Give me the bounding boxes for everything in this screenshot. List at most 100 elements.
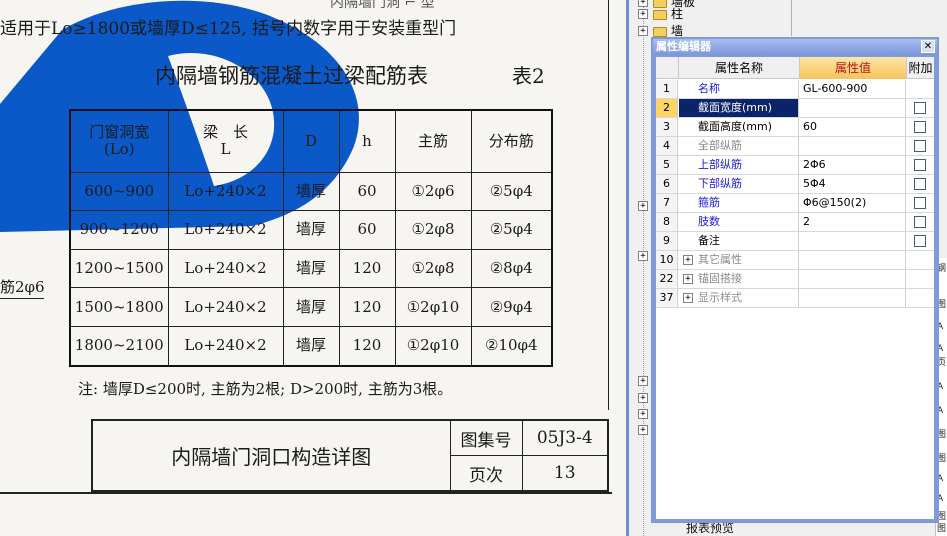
property-value[interactable] (800, 270, 906, 288)
property-name[interactable]: 上部纵筋 (679, 156, 799, 174)
property-row[interactable]: 4 全部纵筋 (656, 137, 934, 156)
property-name[interactable]: + 显示样式 (679, 289, 799, 307)
table-header-row: 门窗洞宽 (Lo) 梁 长 L D h 主筋 分布筋 (69, 109, 553, 173)
attach-checkbox[interactable] (914, 159, 926, 171)
header-attach[interactable]: 附加 (907, 57, 934, 79)
property-value[interactable]: 5Φ4 (800, 175, 906, 193)
atlas-value: 05J3-4 (521, 419, 609, 456)
property-editor-window: 属性编辑器 ✕ 属性名称 属性值 附加 1 名称 GL-600-900 2 截面宽度(m… (651, 37, 939, 523)
property-name[interactable]: 名称 (679, 80, 799, 98)
row-number: 9 (656, 232, 678, 250)
cell-length: Lo+240×2 (167, 287, 284, 327)
expand-toggle-icon[interactable]: + (638, 393, 648, 403)
property-name[interactable]: 截面宽度(mm) (679, 99, 799, 117)
expand-toggle-icon[interactable]: + (638, 376, 648, 386)
property-row[interactable]: 9 备注 (656, 232, 934, 251)
atlas-label: 图集号 (449, 419, 523, 456)
property-value[interactable] (800, 232, 906, 250)
property-row[interactable]: 10 + 其它属性 (656, 251, 934, 270)
cell-h: 120 (338, 287, 396, 327)
property-row[interactable]: 8 肢数 2 (656, 213, 934, 232)
property-row[interactable]: 2 截面宽度(mm) (656, 99, 934, 118)
property-value[interactable] (800, 99, 906, 117)
expand-toggle-icon[interactable]: + (638, 26, 648, 36)
expand-group-icon[interactable]: + (683, 293, 693, 303)
expand-toggle-icon[interactable]: + (638, 251, 648, 261)
property-value[interactable] (800, 251, 906, 269)
table-row: 1500~1800 Lo+240×2 墙厚 120 ①2φ10 ②9φ4 (69, 287, 553, 327)
attach-checkbox[interactable] (914, 197, 926, 209)
expand-toggle-icon[interactable]: + (638, 425, 648, 435)
property-value[interactable]: GL-600-900 (800, 80, 906, 98)
expand-toggle-icon[interactable]: + (638, 201, 648, 211)
header-property-value[interactable]: 属性值 (800, 57, 907, 79)
property-row[interactable]: 37 + 显示样式 (656, 289, 934, 308)
table-title: 内隔墙钢筋混凝土过梁配筋表 (155, 64, 428, 88)
tree-item-wall[interactable]: 墙 (653, 24, 683, 38)
cell-dist: ②10φ4 (470, 325, 553, 367)
expand-toggle-icon[interactable]: + (638, 409, 648, 419)
property-name[interactable]: + 锚固搭接 (679, 270, 799, 288)
cell-h: 120 (338, 325, 396, 367)
property-row[interactable]: 3 截面高度(mm) 60 (656, 118, 934, 137)
attach-checkbox[interactable] (914, 216, 926, 228)
property-value[interactable]: 60 (800, 118, 906, 136)
attach-checkbox[interactable] (914, 235, 926, 247)
property-name[interactable]: 下部纵筋 (679, 175, 799, 193)
row-number: 22 (656, 270, 678, 288)
cell-length: Lo+240×2 (167, 325, 284, 367)
table-row: 1800~2100 Lo+240×2 墙厚 120 ①2φ10 ②10φ4 (69, 325, 553, 367)
cell-main: ①2φ6 (394, 171, 472, 212)
property-value[interactable] (800, 289, 906, 307)
cell-main: ①2φ8 (394, 210, 472, 250)
cell-d: 墙厚 (282, 210, 340, 250)
property-name[interactable]: 箍筋 (679, 194, 799, 212)
drawing-frame-bottom (0, 492, 612, 494)
property-row[interactable]: 22 + 锚固搭接 (656, 270, 934, 289)
row-number: 3 (656, 118, 678, 136)
attach-checkbox[interactable] (914, 140, 926, 152)
attach-checkbox[interactable] (914, 121, 926, 133)
close-button[interactable]: ✕ (921, 40, 935, 53)
cell-dist: ②5φ4 (470, 171, 553, 212)
side-fragment-text: 筋2φ6 (0, 278, 45, 296)
cell-d: 墙厚 (282, 248, 340, 289)
row-number: 5 (656, 156, 678, 174)
property-name-label: 显示样式 (698, 291, 742, 304)
property-value[interactable]: 2Φ6 (800, 156, 906, 174)
property-name[interactable]: 肢数 (679, 213, 799, 231)
window-titlebar[interactable]: 属性编辑器 ✕ (653, 39, 937, 55)
attach-checkbox[interactable] (914, 178, 926, 190)
col-beam-length: 梁 长 L (167, 109, 284, 173)
property-row[interactable]: 7 箍筋 Φ6@150(2) (656, 194, 934, 213)
property-value[interactable]: Φ6@150(2) (800, 194, 906, 212)
expand-toggle-icon[interactable]: + (638, 0, 648, 7)
cell-main: ①2φ8 (394, 248, 472, 289)
property-row[interactable]: 1 名称 GL-600-900 (656, 80, 934, 99)
property-value[interactable]: 2 (800, 213, 906, 231)
expand-group-icon[interactable]: + (683, 274, 693, 284)
property-name[interactable]: 截面高度(mm) (679, 118, 799, 136)
cell-main: ①2φ10 (394, 325, 472, 367)
attach-checkbox[interactable] (914, 102, 926, 114)
cell-h: 60 (338, 210, 396, 250)
property-name[interactable]: 备注 (679, 232, 799, 250)
table-number: 表2 (512, 64, 545, 88)
property-name[interactable]: 全部纵筋 (679, 137, 799, 155)
property-grid: 属性名称 属性值 附加 1 名称 GL-600-900 2 截面宽度(mm) 3 截面高度(… (656, 57, 934, 519)
side-leader-line (0, 298, 44, 299)
cell-length: Lo+240×2 (167, 210, 284, 250)
col-dist-bar: 分布筋 (470, 109, 553, 173)
tree-guide-line (643, 0, 644, 536)
property-row[interactable]: 5 上部纵筋 2Φ6 (656, 156, 934, 175)
property-row[interactable]: 6 下部纵筋 5Φ4 (656, 175, 934, 194)
tree-item-column[interactable]: 柱 (653, 7, 683, 21)
lintel-rebar-table: 门窗洞宽 (Lo) 梁 长 L D h 主筋 分布筋 600~900 Lo+24… (69, 109, 553, 367)
cell-dist: ②8φ4 (470, 248, 553, 289)
cell-opening: 1200~1500 (69, 248, 169, 289)
property-name[interactable]: + 其它属性 (679, 251, 799, 269)
expand-group-icon[interactable]: + (683, 255, 693, 265)
expand-toggle-icon[interactable]: + (638, 9, 648, 19)
property-value[interactable] (800, 137, 906, 155)
header-property-name[interactable]: 属性名称 (679, 57, 800, 79)
